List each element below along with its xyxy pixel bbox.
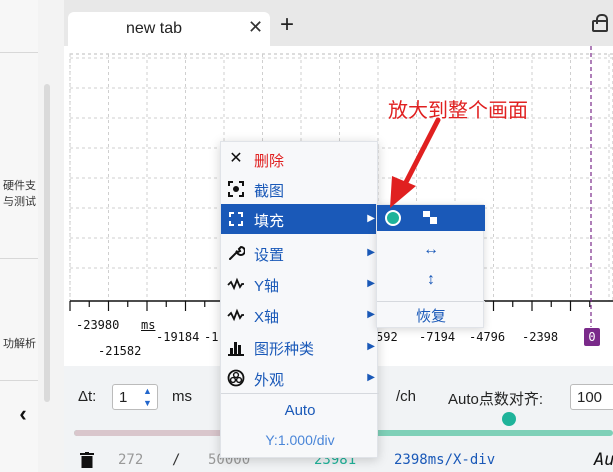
horizontal-fill-icon[interactable]: ↔ <box>377 241 485 259</box>
auto-label-clip: Au <box>594 450 613 470</box>
fill-all-icon <box>423 211 437 224</box>
menu-divider <box>221 393 379 394</box>
stepper-up-icon[interactable]: ▲ <box>143 386 152 396</box>
align-points-input[interactable]: 100 <box>570 384 613 410</box>
left-sidebar: 硬件支 与测试 功解析 ‹ <box>0 0 64 472</box>
sample-count: 272 <box>118 452 144 468</box>
x-tick-label: ms <box>141 318 156 332</box>
submenu-arrow-icon: ▶ <box>367 309 375 320</box>
y-scale-readout: Y:1.000/div <box>265 432 335 448</box>
dt-stepper[interactable]: 1 ▲ ▼ <box>112 384 158 410</box>
palette-icon <box>227 369 245 387</box>
sidebar-scrollbar[interactable] <box>44 84 50 402</box>
wrench-icon <box>227 244 246 262</box>
vertical-fill-icon[interactable]: ↕ <box>377 271 485 289</box>
close-icon: ✕ <box>229 150 243 167</box>
lock-icon <box>592 14 608 32</box>
annotation-arrow-icon <box>390 117 441 208</box>
menu-label: 截图 <box>254 183 285 200</box>
new-tab-button[interactable]: + <box>280 13 294 37</box>
submenu-arrow-icon: ▶ <box>367 278 375 289</box>
menu-label: 设置 <box>254 247 285 264</box>
dt-unit: ms <box>172 388 192 405</box>
x-tick-label: -19184 <box>156 330 200 344</box>
restore-button[interactable]: 恢复 <box>377 305 485 326</box>
menu-label: Y轴 <box>254 278 280 295</box>
sidebar-item-hardware[interactable]: 硬件支 与测试 <box>0 178 38 210</box>
slider-inactive-range <box>74 430 224 436</box>
menu-label: X轴 <box>254 309 280 326</box>
stepper-down-icon[interactable]: ▼ <box>143 398 152 408</box>
dt-label: Δt: <box>78 388 97 405</box>
x-tick-label: -4796 <box>469 330 506 344</box>
menu-item-delete[interactable]: ✕ 删除 <box>221 144 379 174</box>
align-label: Auto点数对齐: <box>448 391 544 408</box>
menu-item-fill[interactable]: 填充 ▶ <box>221 204 379 234</box>
menu-item-y-axis[interactable]: Y轴 ▶ <box>221 269 379 299</box>
context-menu: ✕ 删除 截图 填充 ▶ 设置 ▶ Y轴 ▶ X轴 ▶ 图形种类 ▶ 外观 ▶ … <box>220 141 379 458</box>
waveform-icon <box>227 275 245 293</box>
timeline-slider-knob[interactable] <box>502 412 516 426</box>
chevron-left-icon[interactable]: ‹ <box>10 400 36 428</box>
menu-label: 填充 <box>254 213 285 230</box>
waveform-icon <box>227 306 245 324</box>
fill-submenu: ↔ ↕ 恢复 <box>376 204 485 328</box>
x-tick-label: -21582 <box>98 344 142 358</box>
menu-label: 图形种类 <box>254 341 315 358</box>
x-tick-label: -23980 <box>76 318 120 332</box>
trash-icon[interactable] <box>80 452 94 468</box>
menu-item-screenshot[interactable]: 截图 <box>221 174 379 204</box>
sidebar-divider <box>0 380 38 381</box>
align-value: 100 <box>577 389 603 406</box>
close-icon[interactable]: ✕ <box>248 17 263 38</box>
menu-item-x-axis[interactable]: X轴 ▶ <box>221 300 379 330</box>
submenu-arrow-icon: ▶ <box>367 341 375 352</box>
sidebar-divider <box>0 52 38 53</box>
sidebar-item-parsing[interactable]: 功解析 <box>0 336 38 352</box>
submenu-arrow-icon: ▶ <box>367 247 375 258</box>
submenu-arrow-icon: ▶ <box>367 372 375 383</box>
dt-value: 1 <box>119 389 128 406</box>
time-per-div: 2398ms/X-div <box>394 452 496 468</box>
submenu-arrow-icon: ▶ <box>367 213 375 224</box>
tab-new-tab[interactable]: new tab ✕ <box>68 12 270 46</box>
selected-dot-icon <box>385 210 401 226</box>
menu-label: 外观 <box>254 372 285 389</box>
screenshot-icon <box>227 180 245 198</box>
sidebar-divider <box>0 258 38 259</box>
browser-tabbar: new tab ✕ + <box>64 0 613 46</box>
status-separator: / <box>172 452 181 468</box>
submenu-divider <box>377 301 485 302</box>
auto-scale-button[interactable]: Auto <box>221 402 379 419</box>
tab-title: new tab <box>126 20 183 37</box>
fill-frame-icon <box>227 210 245 228</box>
x-tick-label: -7194 <box>419 330 456 344</box>
x-tick-label: -1 <box>204 330 219 344</box>
channel-unit: /ch <box>396 388 417 405</box>
x-tick-label: -2398 <box>522 330 559 344</box>
menu-item-chart-type[interactable]: 图形种类 ▶ <box>221 332 379 362</box>
menu-item-appearance[interactable]: 外观 ▶ <box>221 363 379 393</box>
cursor-marker-badge[interactable]: 0 <box>584 328 600 346</box>
menu-label: 删除 <box>254 153 285 170</box>
menu-item-settings[interactable]: 设置 ▶ <box>221 238 379 268</box>
x-tick-label: 592 <box>376 330 398 344</box>
bar-chart-icon <box>227 338 245 356</box>
